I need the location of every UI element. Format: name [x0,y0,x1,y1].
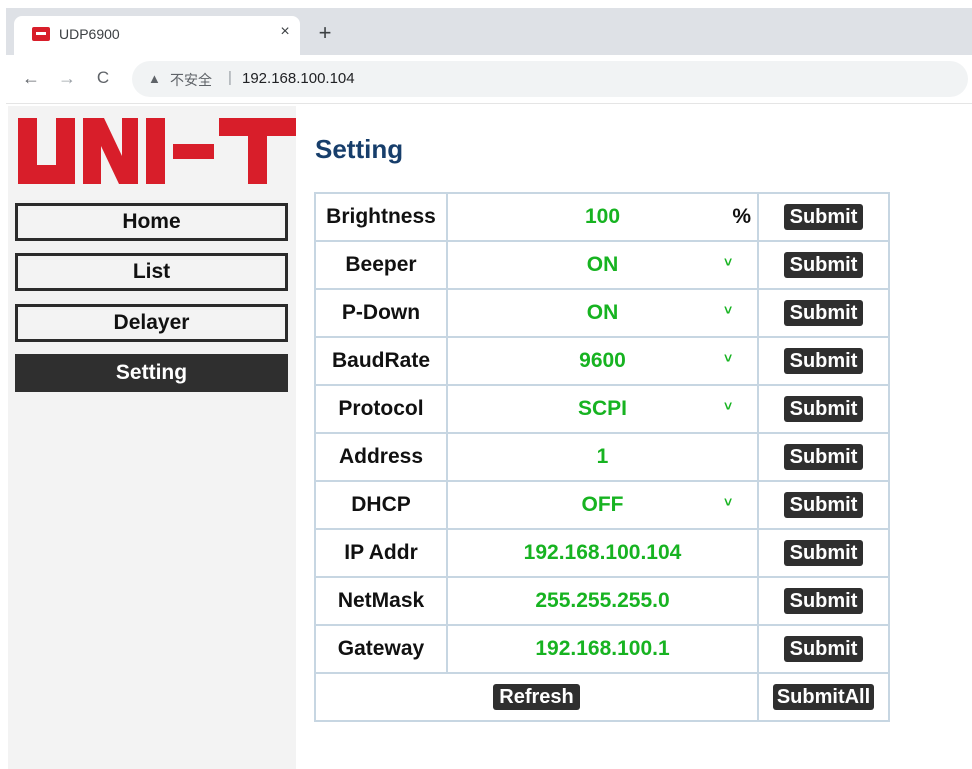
protocol-value[interactable]: SCPI [578,397,627,420]
reload-icon[interactable]: C [92,67,114,89]
address-label: Address [314,432,448,482]
gateway-submit-button[interactable]: Submit [783,636,864,662]
beeper-submit-button[interactable]: Submit [783,252,864,278]
table-row-dhcp: DHCP OFF ˅ Submit [314,480,890,530]
brightness-submit-button[interactable]: Submit [783,204,864,230]
dhcp-value[interactable]: OFF [582,493,624,516]
sidebar-item-setting[interactable]: Setting [15,354,288,392]
address-bar[interactable]: ▲ 不安全 | 192.168.100.104 [132,61,968,97]
table-row-baudrate: BaudRate 9600 ˅ Submit [314,336,890,386]
submit-all-button[interactable]: SubmitAll [772,684,875,710]
beeper-label: Beeper [314,240,448,290]
favicon-icon [32,27,50,41]
protocol-label: Protocol [314,384,448,434]
tab-title: UDP6900 [59,26,120,42]
baudrate-label: BaudRate [314,336,448,386]
protocol-submit-button[interactable]: Submit [783,396,864,422]
chevron-down-icon[interactable]: ˅ [724,350,732,366]
dhcp-submit-button[interactable]: Submit [783,492,864,518]
chevron-down-icon[interactable]: ˅ [724,254,732,270]
table-row-brightness: Brightness 100 % Submit [314,192,890,242]
gateway-value[interactable]: 192.168.100.1 [535,637,669,660]
gateway-label: Gateway [314,624,448,674]
table-row-netmask: NetMask 255.255.255.0 Submit [314,576,890,626]
page-title: Setting [315,134,404,164]
table-row-ip-addr: IP Addr 192.168.100.104 Submit [314,528,890,578]
new-tab-button[interactable]: + [313,21,337,45]
tab-strip: UDP6900 × + [6,8,972,55]
address-value[interactable]: 1 [597,445,609,468]
ip-addr-submit-button[interactable]: Submit [783,540,864,566]
table-row-actions: Refresh SubmitAll [314,672,890,722]
pdown-value[interactable]: ON [587,301,619,324]
netmask-value[interactable]: 255.255.255.0 [535,589,669,612]
chevron-down-icon[interactable]: ˅ [724,494,732,510]
baudrate-submit-button[interactable]: Submit [783,348,864,374]
pdown-select[interactable]: ON ˅ [446,288,759,338]
netmask-input[interactable]: 255.255.255.0 [446,576,759,626]
ip-addr-label: IP Addr [314,528,448,578]
ip-addr-value[interactable]: 192.168.100.104 [524,541,682,564]
warning-icon[interactable]: ▲ [148,71,161,86]
address-submit-button[interactable]: Submit [783,444,864,470]
browser-chrome: UDP6900 × + ← → C ▲ 不安全 | 192.168.100.10… [0,0,972,104]
table-row-protocol: Protocol SCPI ˅ Submit [314,384,890,434]
security-label[interactable]: 不安全 [170,70,212,90]
chevron-down-icon[interactable]: ˅ [724,398,732,414]
table-row-pdown: P-Down ON ˅ Submit [314,288,890,338]
brightness-label: Brightness [314,192,448,242]
browser-tab[interactable]: UDP6900 × [14,16,300,55]
table-row-gateway: Gateway 192.168.100.1 Submit [314,624,890,674]
percent-unit: % [732,205,751,228]
baudrate-value[interactable]: 9600 [579,349,626,372]
pdown-label: P-Down [314,288,448,338]
beeper-value[interactable]: ON [587,253,619,276]
netmask-submit-button[interactable]: Submit [783,588,864,614]
dhcp-select[interactable]: OFF ˅ [446,480,759,530]
close-icon[interactable]: × [276,23,294,41]
browser-toolbar: ← → C ▲ 不安全 | 192.168.100.104 [6,55,972,104]
settings-table: Brightness 100 % Submit Beeper ON ˅ Subm… [314,192,890,722]
ip-addr-input[interactable]: 192.168.100.104 [446,528,759,578]
brightness-value[interactable]: 100 [585,205,620,228]
brightness-input[interactable]: 100 % [446,192,759,242]
dhcp-label: DHCP [314,480,448,530]
protocol-select[interactable]: SCPI ˅ [446,384,759,434]
back-arrow-icon[interactable]: ← [20,67,42,89]
baudrate-select[interactable]: 9600 ˅ [446,336,759,386]
url-text[interactable]: 192.168.100.104 [242,70,355,87]
table-row-beeper: Beeper ON ˅ Submit [314,240,890,290]
url-separator: | [228,69,232,86]
pdown-submit-button[interactable]: Submit [783,300,864,326]
table-row-address: Address 1 Submit [314,432,890,482]
address-input[interactable]: 1 [446,432,759,482]
sidebar-item-list[interactable]: List [15,253,288,291]
sidebar-item-delayer[interactable]: Delayer [15,304,288,342]
uni-t-logo [18,118,296,184]
refresh-button[interactable]: Refresh [493,684,580,710]
sidebar-item-home[interactable]: Home [15,203,288,241]
gateway-input[interactable]: 192.168.100.1 [446,624,759,674]
forward-arrow-icon[interactable]: → [56,67,78,89]
netmask-label: NetMask [314,576,448,626]
chevron-down-icon[interactable]: ˅ [724,302,732,318]
beeper-select[interactable]: ON ˅ [446,240,759,290]
